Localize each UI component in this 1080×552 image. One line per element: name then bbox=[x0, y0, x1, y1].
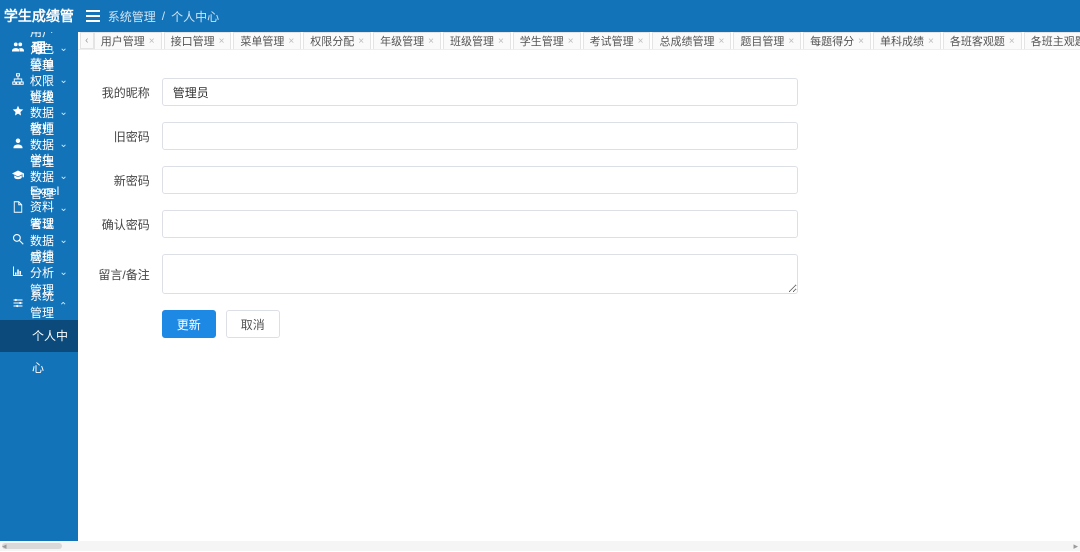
breadcrumb: 系统管理 / 个人中心 bbox=[108, 8, 219, 25]
sidebar: 学生成绩管理 用户角色管理⌄菜单权限管理⌄班级数据管理⌄教师数据管理⌄学生数据管… bbox=[0, 0, 78, 551]
tab[interactable]: 总成绩管理 × bbox=[652, 32, 731, 49]
close-icon[interactable]: × bbox=[288, 36, 294, 47]
confirmpwd-label: 确认密码 bbox=[98, 216, 150, 233]
tab-label: 学生管理 bbox=[520, 33, 564, 49]
tab-label: 各班主观题 bbox=[1031, 33, 1080, 49]
tab-label: 各班客观题 bbox=[950, 33, 1005, 49]
chevron-down-icon: ⌄ bbox=[59, 203, 67, 214]
scroll-left-arrow-icon[interactable]: ◂ bbox=[2, 541, 7, 552]
remark-textarea[interactable] bbox=[162, 254, 798, 294]
tab[interactable]: 权限分配 × bbox=[303, 32, 371, 49]
star-icon bbox=[12, 105, 24, 120]
chevron-down-icon: ⌄ bbox=[59, 75, 67, 86]
breadcrumb-sep: / bbox=[162, 9, 165, 23]
sidebar-item-label: 系统管理 bbox=[30, 287, 59, 321]
close-icon[interactable]: × bbox=[358, 36, 364, 47]
tab[interactable]: 用户管理 × bbox=[94, 32, 162, 49]
chevron-down-icon: ⌄ bbox=[59, 107, 67, 118]
cancel-button[interactable]: 取消 bbox=[226, 310, 280, 338]
tab-label: 每题得分 bbox=[810, 33, 854, 49]
tab-label: 菜单管理 bbox=[240, 33, 284, 49]
confirmpwd-input[interactable] bbox=[162, 210, 798, 238]
breadcrumb-current: 个人中心 bbox=[171, 8, 219, 25]
tab-label: 题目管理 bbox=[740, 33, 784, 49]
tab-label: 年级管理 bbox=[380, 33, 424, 49]
tab[interactable]: 接口管理 × bbox=[164, 32, 232, 49]
oldpwd-label: 旧密码 bbox=[98, 128, 150, 145]
users-icon bbox=[12, 41, 24, 56]
search-icon bbox=[12, 233, 24, 248]
scroll-right-arrow-icon[interactable]: ▸ bbox=[1073, 541, 1078, 552]
tab-label: 单科成绩 bbox=[880, 33, 924, 49]
close-icon[interactable]: × bbox=[718, 36, 724, 47]
tab[interactable]: 学生管理 × bbox=[513, 32, 581, 49]
tab[interactable]: 年级管理 × bbox=[373, 32, 441, 49]
tab-label: 权限分配 bbox=[310, 33, 354, 49]
tab-label: 总成绩管理 bbox=[659, 33, 714, 49]
close-icon[interactable]: × bbox=[428, 36, 434, 47]
scroll-thumb[interactable] bbox=[2, 543, 62, 549]
nickname-label: 我的昵称 bbox=[98, 84, 150, 101]
graduation-icon bbox=[12, 169, 24, 184]
tabs-bar: ‹ 用户管理×接口管理×菜单管理×权限分配×年级管理×班级管理×学生管理×考试管… bbox=[78, 32, 1080, 50]
newpwd-input[interactable] bbox=[162, 166, 798, 194]
topbar: 系统管理 / 个人中心 管理员 bbox=[78, 0, 1080, 32]
file-icon bbox=[12, 201, 24, 216]
chart-icon bbox=[12, 265, 24, 280]
profile-form: 我的昵称 旧密码 新密码 确认密码 留言/备注 bbox=[98, 78, 798, 338]
sidebar-item[interactable]: 成绩分析管理⌄ bbox=[0, 256, 78, 288]
close-icon[interactable]: × bbox=[568, 36, 574, 47]
submit-button[interactable]: 更新 bbox=[162, 310, 216, 338]
chevron-down-icon: ⌄ bbox=[59, 267, 67, 278]
tab[interactable]: 单科成绩 × bbox=[873, 32, 941, 49]
close-icon[interactable]: × bbox=[638, 36, 644, 47]
horizontal-scrollbar[interactable]: ◂ ▸ bbox=[0, 541, 1080, 551]
tabs-scroll-left[interactable]: ‹ bbox=[80, 32, 94, 49]
nav: 用户角色管理⌄菜单权限管理⌄班级数据管理⌄教师数据管理⌄学生数据管理⌄Excel… bbox=[0, 32, 78, 551]
tab[interactable]: 各班主观题× bbox=[1024, 32, 1080, 49]
close-icon[interactable]: × bbox=[788, 36, 794, 47]
tab[interactable]: 班级管理 × bbox=[443, 32, 511, 49]
sitemap-icon bbox=[12, 73, 24, 88]
breadcrumb-root[interactable]: 系统管理 bbox=[108, 8, 156, 25]
menu-toggle-icon[interactable] bbox=[86, 10, 100, 22]
close-icon[interactable]: × bbox=[498, 36, 504, 47]
nickname-input[interactable] bbox=[162, 78, 798, 106]
tab-label: 用户管理 bbox=[101, 33, 145, 49]
tab[interactable]: 考试管理 × bbox=[583, 32, 651, 49]
sidebar-item[interactable]: 系统管理⌄ bbox=[0, 288, 78, 320]
newpwd-label: 新密码 bbox=[98, 172, 150, 189]
close-icon[interactable]: × bbox=[928, 36, 934, 47]
tab[interactable]: 题目管理 × bbox=[733, 32, 801, 49]
close-icon[interactable]: × bbox=[219, 36, 225, 47]
tab-label: 接口管理 bbox=[171, 33, 215, 49]
tab-label: 考试管理 bbox=[590, 33, 634, 49]
user-icon bbox=[12, 137, 24, 152]
tab[interactable]: 各班客观题 × bbox=[943, 32, 1022, 49]
tab-label: 班级管理 bbox=[450, 33, 494, 49]
chevron-down-icon: ⌄ bbox=[59, 299, 67, 310]
sliders-icon bbox=[12, 297, 24, 312]
close-icon[interactable]: × bbox=[149, 36, 155, 47]
content-area: 我的昵称 旧密码 新密码 确认密码 留言/备注 bbox=[78, 50, 1080, 551]
sidebar-subitem[interactable]: 个人中心 bbox=[0, 320, 78, 352]
chevron-down-icon: ⌄ bbox=[59, 43, 67, 54]
brand-title: 学生成绩管理 bbox=[0, 0, 78, 32]
close-icon[interactable]: × bbox=[1009, 36, 1015, 47]
remark-label: 留言/备注 bbox=[98, 266, 150, 283]
close-icon[interactable]: × bbox=[858, 36, 864, 47]
chevron-down-icon: ⌄ bbox=[59, 139, 67, 150]
tab[interactable]: 每题得分 × bbox=[803, 32, 871, 49]
chevron-down-icon: ⌄ bbox=[59, 171, 67, 182]
tab[interactable]: 菜单管理 × bbox=[233, 32, 301, 49]
oldpwd-input[interactable] bbox=[162, 122, 798, 150]
chevron-down-icon: ⌄ bbox=[59, 235, 67, 246]
